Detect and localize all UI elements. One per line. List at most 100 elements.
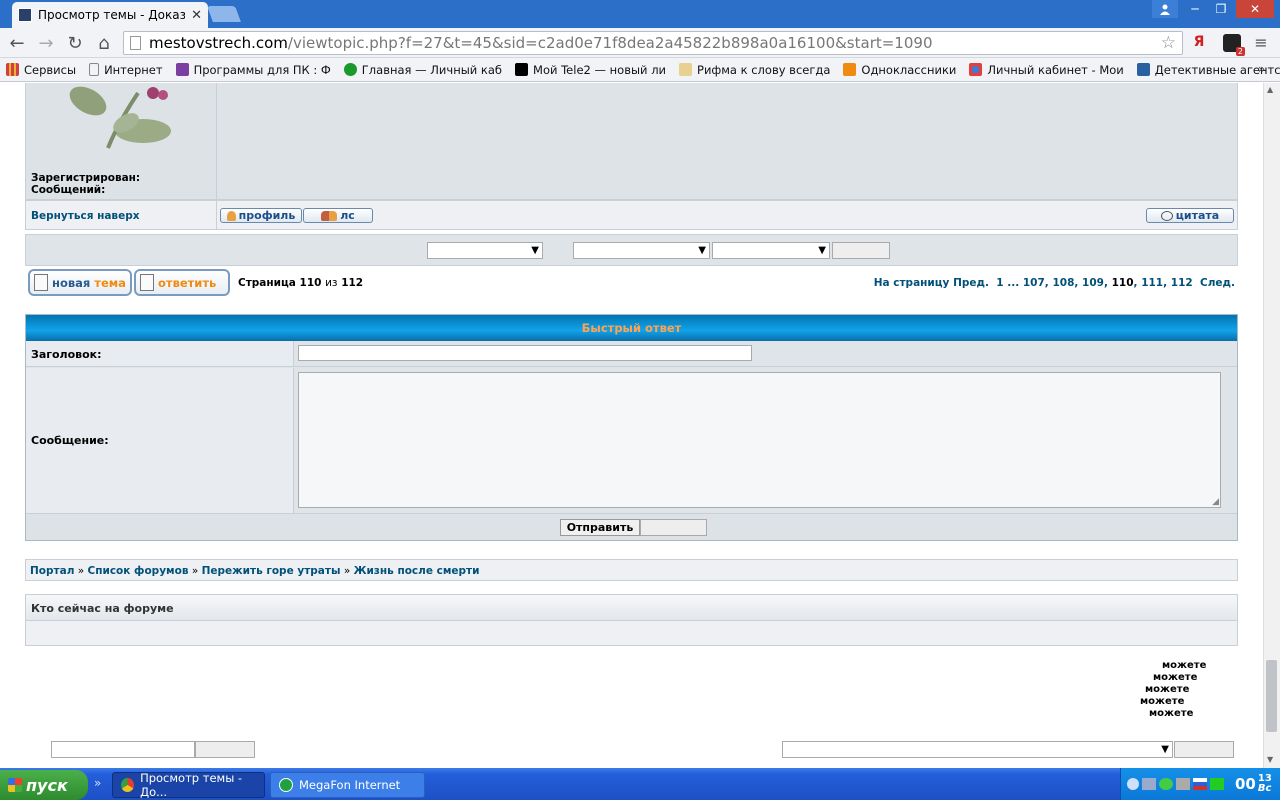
scrollbar-thumb[interactable] [1266,660,1277,732]
maximize-button[interactable]: ❐ [1208,0,1234,18]
start-button[interactable]: пуск [0,770,88,800]
search-input[interactable] [51,741,195,758]
days-select[interactable]: ▼ [427,242,543,259]
page-link-112[interactable]: 112 [1171,277,1193,289]
extension-icon[interactable]: 2 [1223,34,1245,56]
breadcrumb-topic[interactable]: Жизнь после смерти [354,565,480,577]
tab-close-icon[interactable]: ✕ [191,8,202,23]
jump-go-button[interactable] [1174,741,1234,758]
go-button[interactable] [832,242,890,259]
forward-arrow-icon[interactable]: → [34,30,58,56]
yandex-extension-icon[interactable]: Я [1191,34,1207,52]
megafon-icon [279,778,293,792]
sort-key-select[interactable]: ▼ [573,242,710,259]
bookmark-services[interactable]: Сервисы [6,63,76,77]
submit-button[interactable]: Отправить [560,519,640,536]
bookmark-rhyme[interactable]: Рифма к слову всегда [679,63,830,77]
private-message-button[interactable]: лс [303,208,373,223]
url-host: mestovstrech.com [149,34,288,52]
megafon-tray-icon[interactable] [1210,778,1224,790]
page-icon [130,36,141,50]
new-tab-button[interactable] [207,6,241,22]
bookmark-internet[interactable]: Интернет [89,63,163,77]
breadcrumb-forum-list[interactable]: Список форумов [88,565,189,577]
bookmark-odnoklassniki[interactable]: Одноклассники [843,63,956,77]
page-icon [89,63,100,76]
cabinet-icon [969,63,983,76]
quicklaunch-icon[interactable]: » [94,776,108,794]
close-window-button[interactable]: ✕ [1236,0,1274,18]
url-path: /viewtopic.php?f=27&t=45&sid=c2ad0e71f8d… [287,34,933,52]
network-icon[interactable] [1142,778,1156,790]
post-footer-row: Вернуться наверх профиль лс цитата [25,200,1238,230]
search-button[interactable] [195,741,255,758]
bookmarks-more[interactable]: » [1258,62,1265,76]
next-page-link[interactable]: След. [1200,277,1235,289]
bookmark-programs[interactable]: Программы для ПК : Ф [175,63,331,77]
permission-text: можете [1140,696,1185,707]
message-textarea[interactable]: ◢ [298,372,1221,508]
megafon-icon [343,63,357,76]
jump-to-forum-select[interactable]: ▼ [782,741,1173,758]
home-icon[interactable]: ⌂ [92,30,116,56]
bookmark-tele2[interactable]: Мой Tele2 — новый ли [515,63,666,77]
permission-text: можете [1145,684,1190,695]
subject-label: Заголовок: [26,341,294,366]
reply-button[interactable]: ответить [134,269,230,296]
address-bar[interactable]: mestovstrech.com/viewtopic.php?f=27&t=45… [123,31,1183,55]
user-profile-icon[interactable] [1152,0,1178,18]
sort-dir-select[interactable]: ▼ [712,242,830,259]
page-link-107[interactable]: 107 [1023,277,1045,289]
quote-bubble-icon [1160,210,1173,221]
new-topic-button[interactable]: новая тема [28,269,132,296]
back-arrow-icon[interactable]: ← [5,30,29,56]
bookmark-megafon[interactable]: Главная — Личный каб [343,63,502,77]
language-flag-icon[interactable] [1193,778,1207,790]
post-author-column: Зарегистрирован: Сообщений: [26,83,217,199]
site-favicon-icon [18,8,32,22]
quote-button[interactable]: цитата [1146,208,1234,223]
who-online-panel: Кто сейчас на форуме [25,594,1238,646]
permission-text: можете [1162,660,1207,671]
windows-logo-icon [8,778,22,792]
bookmark-star-icon[interactable]: ☆ [1161,33,1176,53]
back-to-top-link[interactable]: Вернуться наверх [31,210,139,222]
document-icon [34,274,48,291]
system-tray: 00 13 Вс [1120,768,1280,800]
breadcrumb-category[interactable]: Пережить горе утраты [202,565,341,577]
breadcrumb: Портал » Список форумов » Пережить горе … [25,559,1238,581]
avatar-flower-image [69,86,171,149]
tray-arrow-icon[interactable] [1127,778,1139,790]
bookmarks-bar: Сервисы Интернет Программы для ПК : Ф Гл… [0,58,1280,82]
signal-icon[interactable] [1159,778,1173,790]
breadcrumb-portal[interactable]: Портал [30,565,74,577]
subject-input[interactable] [298,345,752,361]
prev-page-link[interactable]: Пред. [953,277,989,289]
post-body: Зарегистрирован: Сообщений: [25,83,1238,200]
profile-button[interactable]: профиль [220,208,302,223]
clock[interactable]: 00 13 Вс [1235,774,1272,794]
page-link-108[interactable]: 108 [1052,277,1074,289]
page-link-109[interactable]: 109 [1082,277,1104,289]
taskbar-task-chrome[interactable]: Просмотр темы - До... [112,771,265,799]
who-online-title: Кто сейчас на форуме [26,595,1237,621]
message-label: Сообщение: [26,368,294,513]
minimize-button[interactable]: ─ [1182,0,1208,18]
forum-page: Зарегистрирован: Сообщений: Вернуться на… [0,83,1263,768]
resize-grip-icon[interactable]: ◢ [1212,497,1219,507]
submit-row: Отправить [26,513,1237,540]
chrome-menu-icon[interactable]: ≡ [1253,34,1269,52]
browser-tab[interactable]: Просмотр темы - Доказате ✕ [12,2,208,28]
page-link-111[interactable]: 111 [1141,277,1163,289]
pagination-links: На страницу Пред. 1 ... 107, 108, 109, 1… [873,277,1235,289]
volume-icon[interactable] [1176,778,1190,790]
preview-button[interactable] [640,519,707,536]
page-info: Страница 110 из 112 [238,277,364,289]
reload-icon[interactable]: ↻ [63,30,87,56]
page-link-1[interactable]: 1 [996,277,1003,289]
quick-reply-panel: Быстрый ответ Заголовок: Сообщение: ◢ От… [25,314,1238,541]
taskbar-task-megafon[interactable]: MegaFon Internet [270,772,425,798]
bookmark-cabinet[interactable]: Личный кабинет - Мои [969,63,1124,77]
tab-title: Просмотр темы - Доказате [38,8,186,22]
sort-options-bar: ▼ ▼ ▼ [25,234,1238,266]
